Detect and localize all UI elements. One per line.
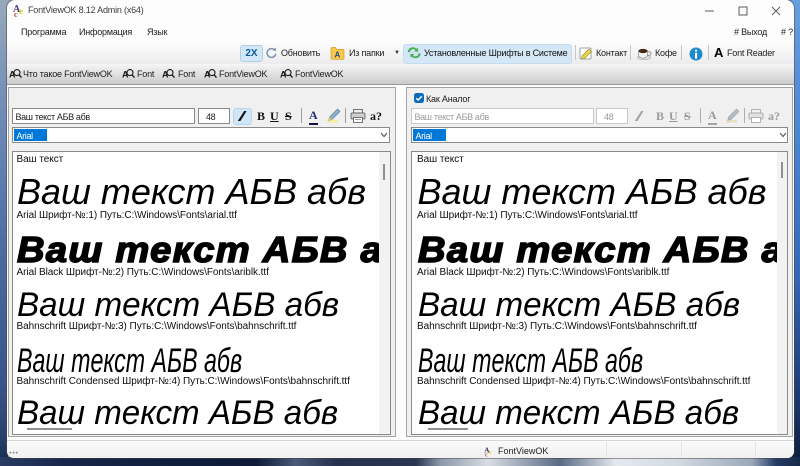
svg-text:e: e <box>489 449 492 456</box>
svg-text:c: c <box>485 452 488 457</box>
svg-text:e: e <box>19 6 23 16</box>
svg-text:A: A <box>335 51 341 60</box>
svg-text:c: c <box>14 10 18 18</box>
